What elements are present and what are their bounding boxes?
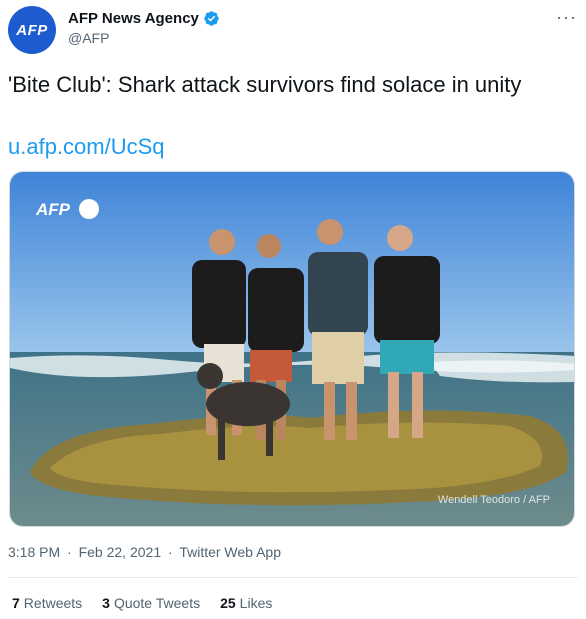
more-options-icon[interactable]: ··· [556,8,576,26]
author-block: AFP News Agency @AFP [68,10,220,46]
likes-label: Likes [239,595,273,611]
divider [8,577,578,578]
tweet-source[interactable]: Twitter Web App [179,544,281,560]
author-display-name[interactable]: AFP News Agency [68,10,199,27]
tweet-text: 'Bite Club': Shark attack survivors find… [8,72,522,97]
retweets-label: Retweets [23,595,83,611]
tweet-time[interactable]: 3:18 PM [8,544,60,560]
afp-watermark: AFP [35,199,99,219]
tweet-header: AFP AFP News Agency @AFP ··· [8,6,578,56]
meta-separator: · [67,544,72,560]
avatar[interactable]: AFP [8,6,56,54]
tweet-stats: 7 Retweets 3 Quote Tweets 25 Likes [12,595,272,611]
verified-badge-icon [204,11,219,26]
likes-count: 25 [220,595,236,611]
author-handle[interactable]: @AFP [68,30,220,46]
quotes-count: 3 [102,595,110,611]
tweet-meta: 3:18 PM · Feb 22, 2021 · Twitter Web App [8,544,281,560]
quote-tweets-stat[interactable]: 3 Quote Tweets [102,595,200,611]
retweets-count: 7 [12,595,20,611]
tweet-link[interactable]: u.afp.com/UcSq [8,134,165,160]
retweets-stat[interactable]: 7 Retweets [12,595,82,611]
beach-photo: AFP Wendell Teodoro / AFP [10,172,574,526]
quotes-label: Quote Tweets [113,595,201,611]
likes-stat[interactable]: 25 Likes [220,595,272,611]
tweet-photo[interactable]: AFP Wendell Teodoro / AFP [9,171,575,527]
svg-text:AFP: AFP [35,200,71,219]
meta-separator: · [168,544,173,560]
photo-credit: Wendell Teodoro / AFP [438,494,550,506]
tweet-date[interactable]: Feb 22, 2021 [79,544,162,560]
author-name-row: AFP News Agency [68,10,220,27]
